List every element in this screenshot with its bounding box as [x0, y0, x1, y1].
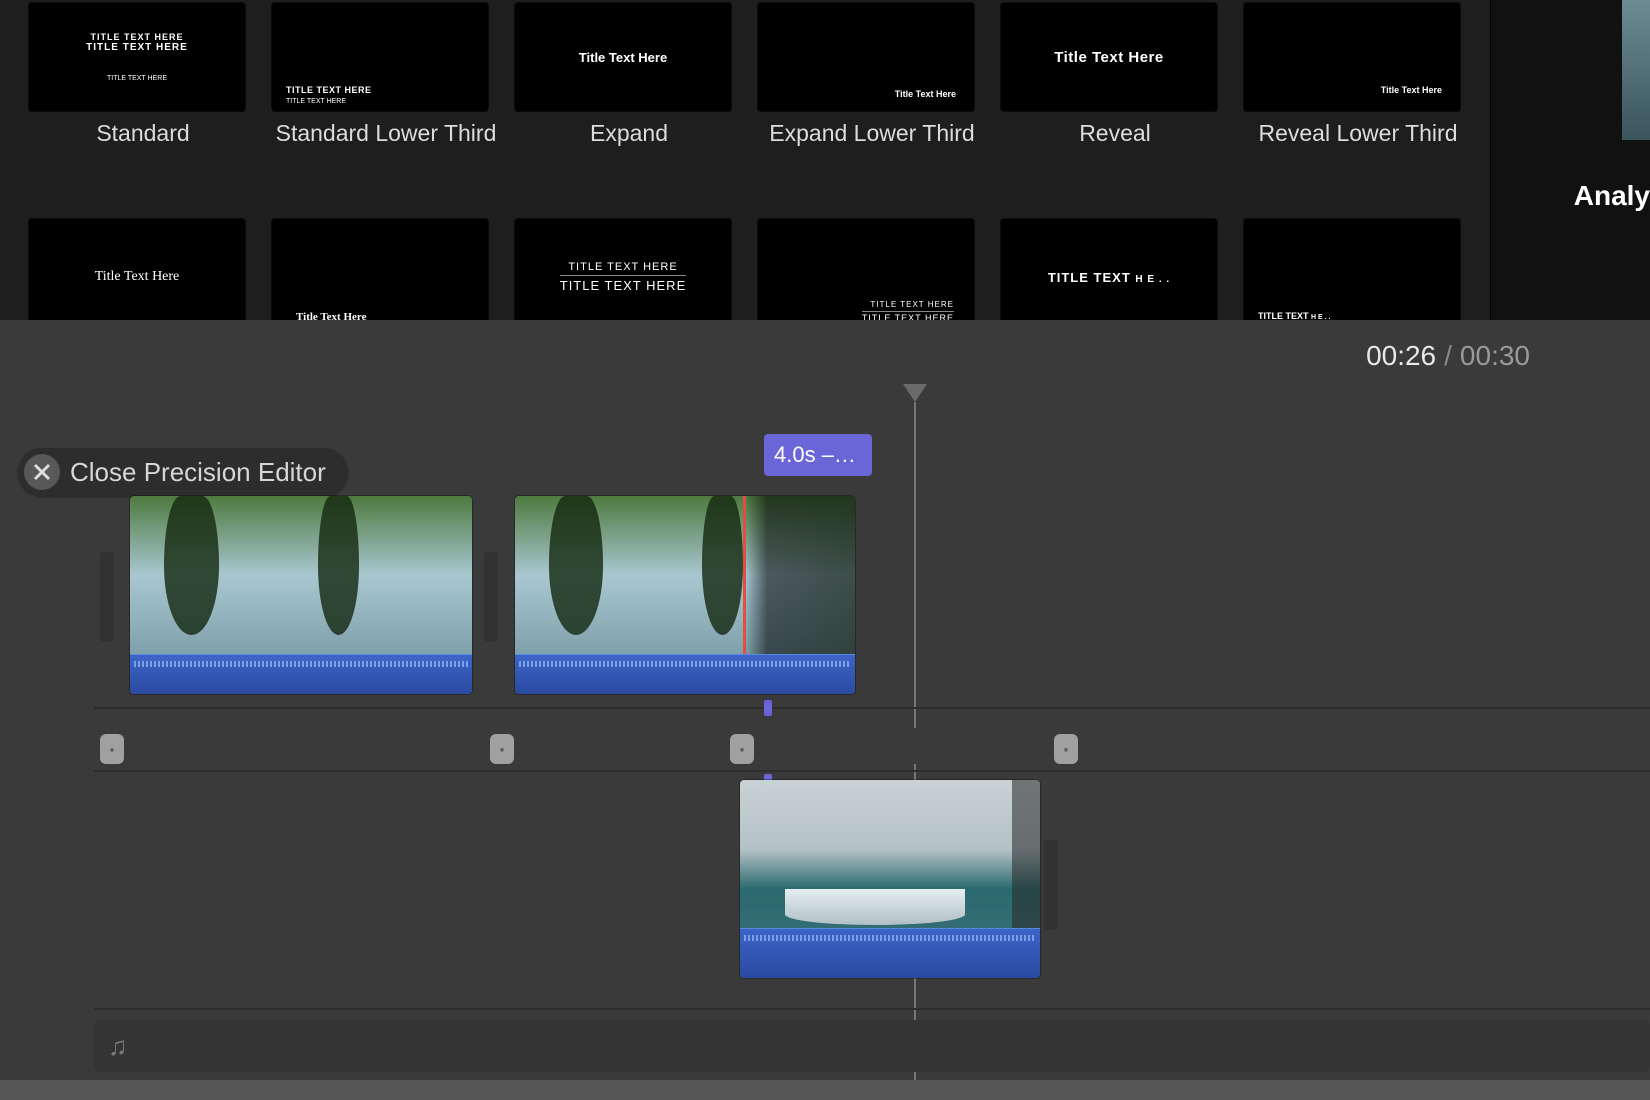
preset-thumb-text: Title Text Here [579, 50, 667, 65]
title-preset-expand-lower-third[interactable]: Title Text Here Expand Lower Third [757, 2, 987, 176]
preset-thumb-text: Title Text Here [95, 269, 180, 285]
title-preset-focus[interactable]: Title Text Here [28, 182, 258, 336]
preset-thumb-text: TITLE TEXT HERE [286, 85, 372, 95]
title-preset-reveal[interactable]: Title Text Here Reveal [1000, 2, 1230, 176]
preset-thumb-text: Title Text Here [1381, 85, 1442, 95]
time-display: 00:26/00:30 [1366, 340, 1530, 372]
preset-thumb-text: Title Text Here [1054, 49, 1163, 66]
preset-thumb-text: TITLE TEXT HERE [568, 261, 677, 273]
playhead-icon[interactable] [903, 384, 927, 402]
title-preset-standard-lower-third[interactable]: TITLE TEXT HERE TITLE TEXT HERE Standard… [271, 2, 501, 176]
clip-edge-handle[interactable] [100, 552, 114, 642]
transition-row [0, 728, 1650, 764]
audio-waveform [130, 654, 472, 694]
title-clip-label: 4.0s –… [774, 442, 856, 468]
title-preset-line[interactable]: TITLE TEXT HERE TITLE TEXT HERE [514, 182, 744, 336]
preset-label: Standard [28, 120, 258, 176]
preset-thumb-smalltext: TITLE TEXT HERE [107, 75, 167, 82]
preset-label: Standard Lower Third [271, 120, 501, 176]
clip-edge-handle[interactable] [484, 552, 498, 642]
track-divider [94, 707, 1650, 709]
transition-marker[interactable] [730, 734, 754, 764]
close-icon [24, 454, 60, 490]
preset-thumb-text: TITLE TEXT HERE [560, 275, 687, 293]
preset-thumb-text: Title Text Here [895, 89, 956, 99]
title-preset-expand[interactable]: Title Text Here Expand [514, 2, 744, 176]
transition-marker[interactable] [100, 734, 124, 764]
close-label: Close Precision Editor [70, 457, 326, 488]
clip-edge-handle[interactable] [1044, 840, 1058, 930]
preset-label: Reveal Lower Third [1243, 120, 1473, 176]
timeline-panel: 00:26/00:30 Close Precision Editor 4.0s … [0, 320, 1650, 1100]
preset-label: Expand [514, 120, 744, 176]
preset-thumb-text: TITLE TEXT HERE [870, 300, 954, 309]
video-clip-2[interactable] [515, 496, 855, 694]
preset-thumb-smalltext: TITLE TEXT HERE [286, 98, 346, 105]
music-track[interactable]: ♫ [94, 1020, 1650, 1072]
music-note-icon: ♫ [108, 1031, 128, 1062]
title-preset-line-lower-third[interactable]: TITLE TEXT HERE TITLE TEXT HERE [757, 182, 987, 336]
titles-browser: TITLE TEXT HERE TITLE TEXT HERE TITLE TE… [0, 0, 1490, 320]
preset-thumb-subtext: TITLE TEXT HERE [90, 32, 183, 42]
preset-thumb-text: TITLE TEXT [1048, 270, 1131, 285]
title-preset-focus-lower-third[interactable]: Title Text Here [271, 182, 501, 336]
audio-waveform [740, 928, 1040, 978]
audio-waveform [515, 654, 855, 694]
transition-marker[interactable] [1054, 734, 1078, 764]
video-clip-1[interactable] [130, 496, 472, 694]
title-preset-standard[interactable]: TITLE TEXT HERE TITLE TEXT HERE TITLE TE… [28, 2, 258, 176]
title-preset-reveal-lower-third[interactable]: Title Text Here Reveal Lower Third [1243, 2, 1473, 176]
title-preset-popup[interactable]: TITLE TEXT H E . . [1000, 182, 1230, 336]
title-clip[interactable]: 4.0s –… [764, 434, 872, 476]
viewer-panel: Analy [1490, 0, 1650, 320]
preset-thumb-text: TITLE TEXT HERE [86, 42, 188, 53]
track-divider [94, 1008, 1650, 1010]
analyzing-label: Analy [1574, 180, 1650, 212]
current-time: 00:26 [1366, 340, 1436, 371]
transition-marker[interactable] [490, 734, 514, 764]
title-preset-popup-lower-third[interactable]: TITLE TEXT H E . . [1243, 182, 1473, 336]
track-divider [94, 770, 1650, 772]
viewer-frame [1622, 0, 1650, 140]
title-tab-marker[interactable] [764, 700, 772, 716]
video-clip-3[interactable] [740, 780, 1040, 978]
total-duration: 00:30 [1460, 340, 1530, 371]
preset-label: Reveal [1000, 120, 1230, 176]
horizontal-scrollbar[interactable] [0, 1080, 1650, 1100]
preset-label: Expand Lower Third [757, 120, 987, 176]
close-precision-editor-button[interactable]: Close Precision Editor [18, 448, 348, 496]
